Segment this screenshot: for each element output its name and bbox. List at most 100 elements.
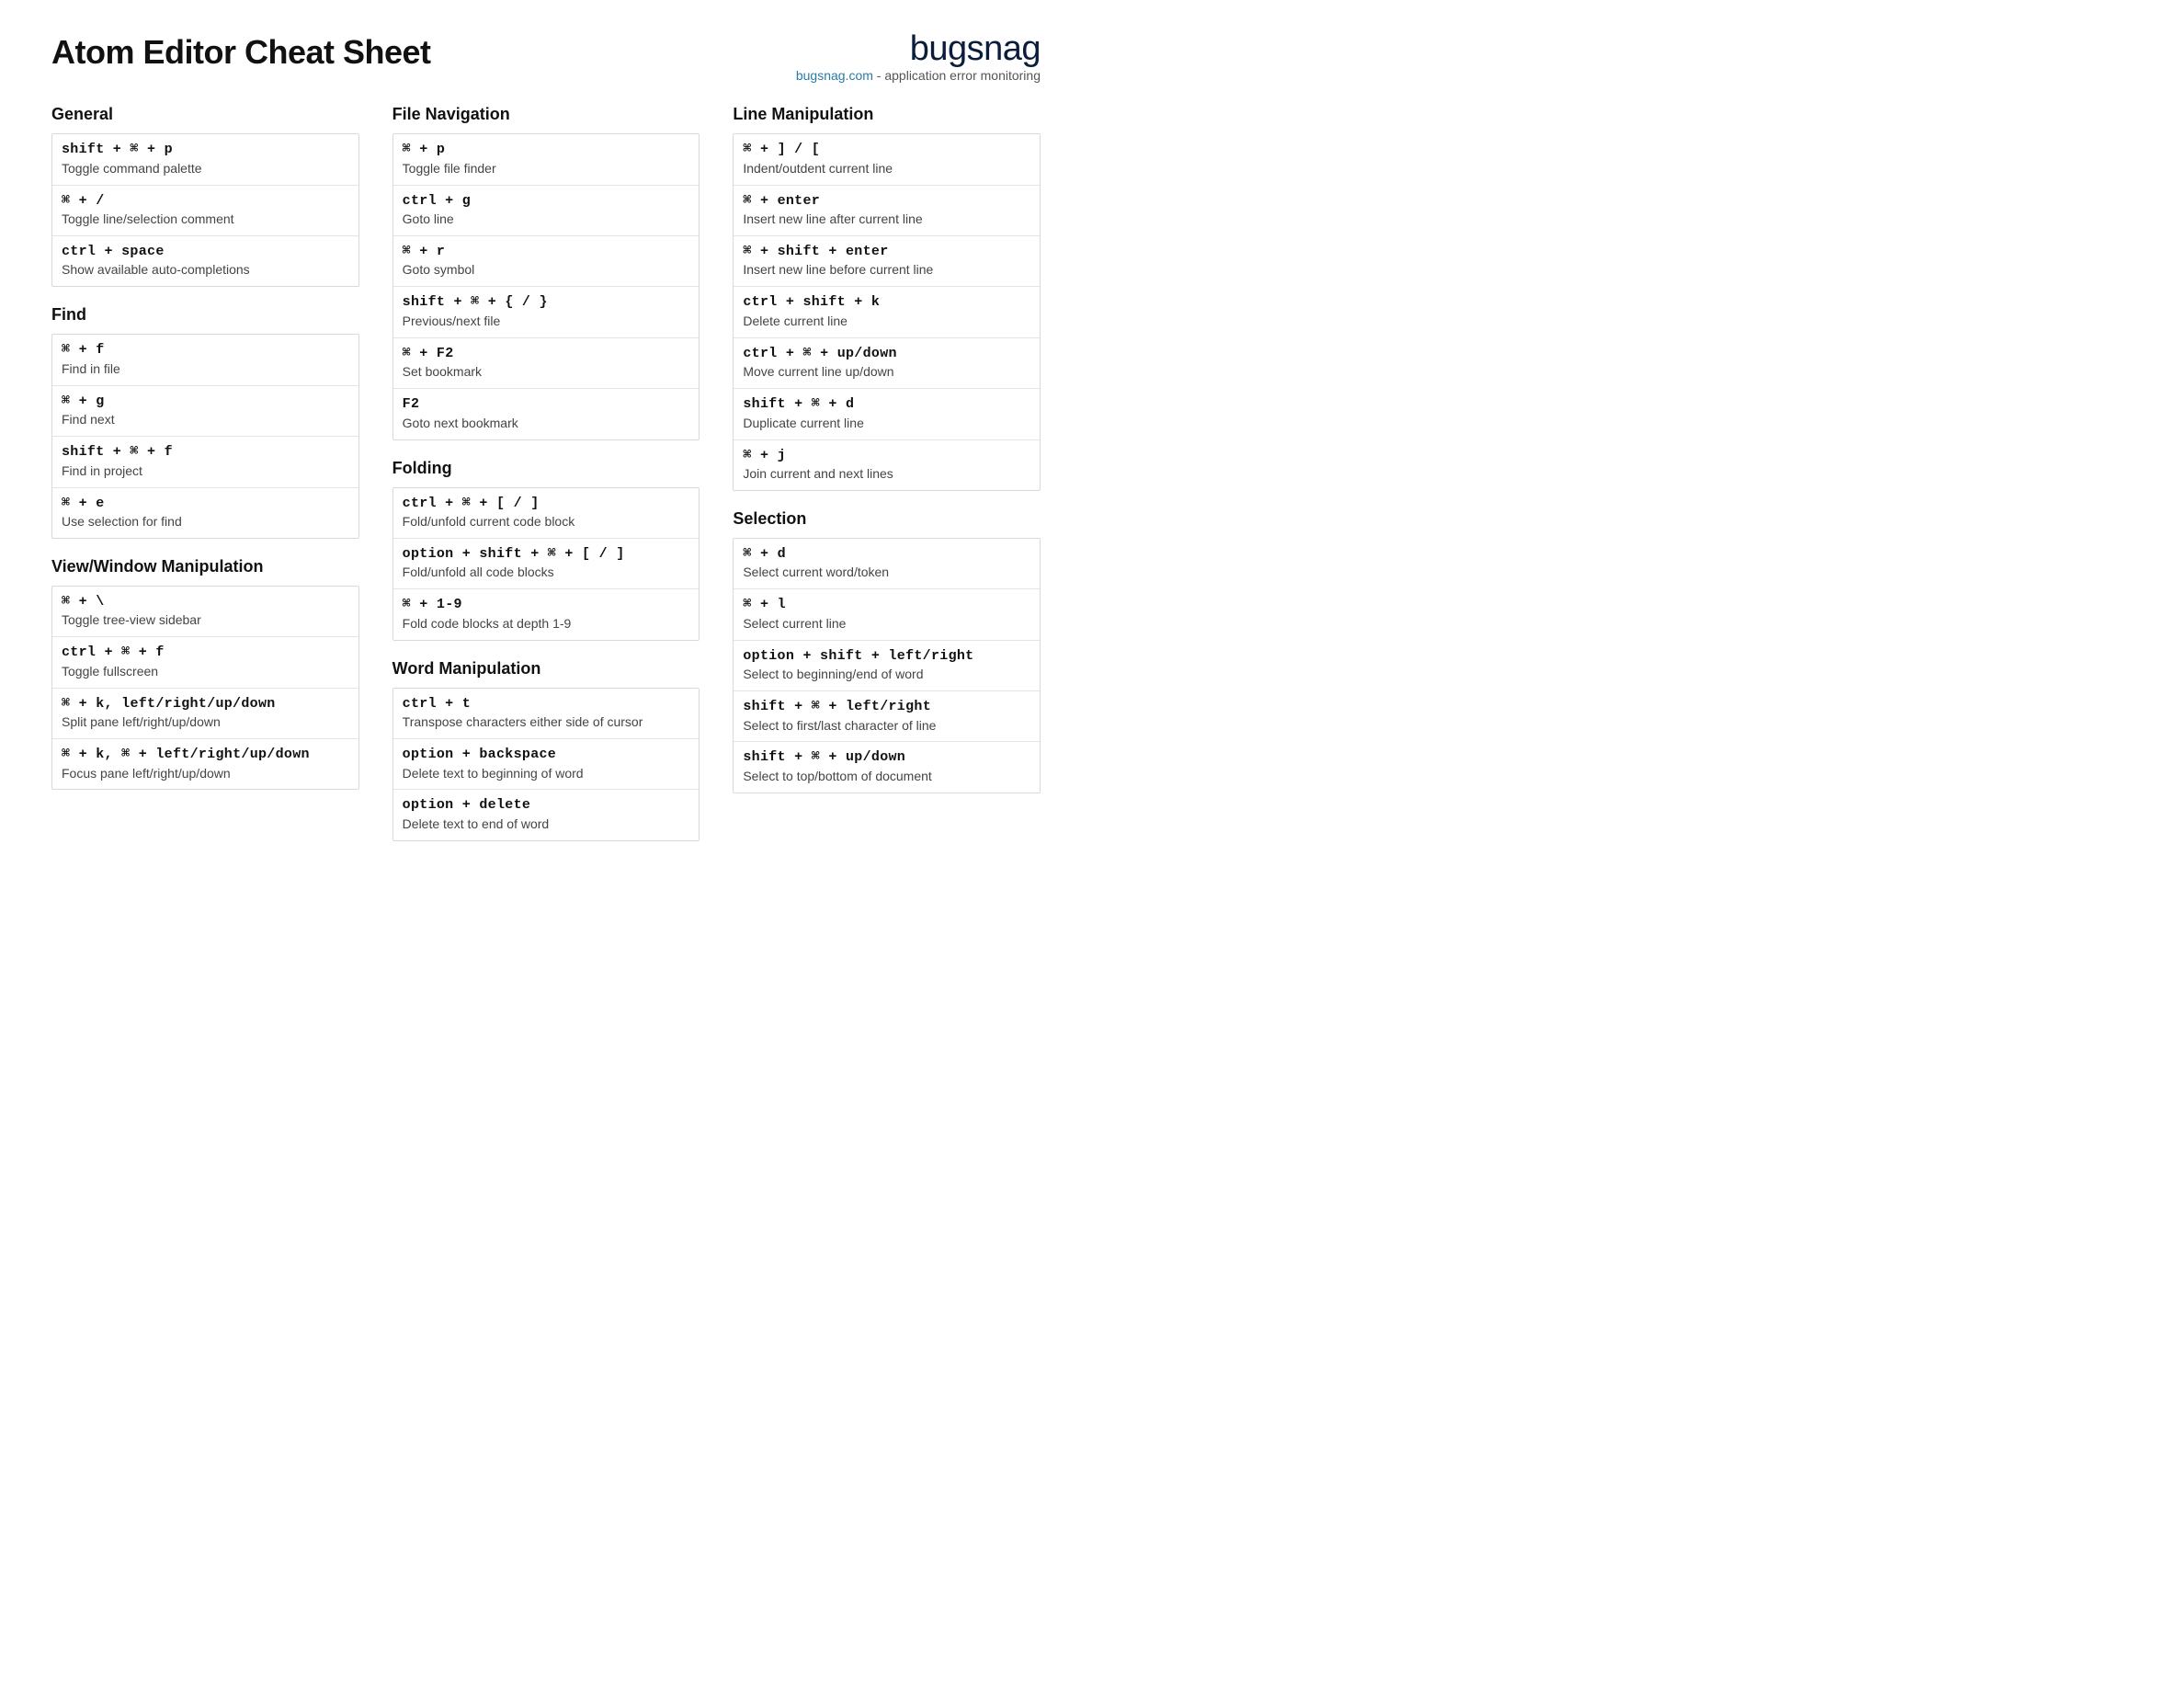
shortcut-row: ⌘ + lSelect current line xyxy=(734,589,1040,640)
shortcut-desc: Toggle file finder xyxy=(403,160,690,177)
section: Folding ctrl + ⌘ + [ / ]Fold/unfold curre… xyxy=(392,459,700,641)
shortcut-row: ⌘ + 1-9Fold code blocks at depth 1-9 xyxy=(393,589,700,639)
brand-link[interactable]: bugsnag.com xyxy=(796,68,873,83)
shortcut-desc: Show available auto-completions xyxy=(62,261,349,279)
shortcut-keys: ctrl + t xyxy=(403,695,690,713)
shortcut-desc: Delete current line xyxy=(743,313,1030,330)
shortcut-row: ⌘ + k, ⌘ + left/right/up/downFocus pane … xyxy=(52,739,358,789)
shortcut-keys: option + shift + left/right xyxy=(743,647,1030,666)
shortcut-row: ⌘ + rGoto symbol xyxy=(393,236,700,287)
section-title: File Navigation xyxy=(392,105,700,124)
shortcut-desc: Goto line xyxy=(403,211,690,228)
shortcut-row: ctrl + ⌘ + [ / ]Fold/unfold current code… xyxy=(393,488,700,539)
shortcut-desc: Toggle line/selection comment xyxy=(62,211,349,228)
shortcut-desc: Insert new line after current line xyxy=(743,211,1030,228)
section: View/Window Manipulation⌘ + \Toggle tree… xyxy=(51,557,359,791)
shortcut-desc: Fold/unfold current code block xyxy=(403,513,690,530)
shortcut-desc: Insert new line before current line xyxy=(743,261,1030,279)
shortcut-keys: ⌘ + \ xyxy=(62,593,349,611)
shortcut-row: ctrl + shift + kDelete current line xyxy=(734,287,1040,337)
shortcut-keys: ⌘ + / xyxy=(62,192,349,211)
shortcut-keys: ⌘ + r xyxy=(403,243,690,261)
section-title: Find xyxy=(51,305,359,325)
shortcut-keys: ctrl + ⌘ + [ / ] xyxy=(403,495,690,513)
shortcut-keys: option + shift + ⌘ + [ / ] xyxy=(403,545,690,564)
shortcut-row: shift + ⌘ + fFind in project xyxy=(52,437,358,487)
shortcut-keys: option + backspace xyxy=(403,746,690,764)
page-title: Atom Editor Cheat Sheet xyxy=(51,33,431,72)
shortcut-desc: Find in project xyxy=(62,462,349,480)
brand-block: bugsnag bugsnag.com - application error … xyxy=(796,33,1041,83)
shortcut-desc: Split pane left/right/up/down xyxy=(62,713,349,731)
shortcut-row: ⌘ + pToggle file finder xyxy=(393,134,700,185)
shortcut-row: shift + ⌘ + up/downSelect to top/bottom … xyxy=(734,742,1040,792)
shortcut-row: ⌘ + /Toggle line/selection comment xyxy=(52,186,358,236)
shortcut-desc: Find next xyxy=(62,411,349,428)
shortcut-keys: ⌘ + e xyxy=(62,495,349,513)
section-title: Folding xyxy=(392,459,700,478)
shortcut-keys: shift + ⌘ + f xyxy=(62,443,349,462)
shortcut-row: ⌘ + dSelect current word/token xyxy=(734,539,1040,589)
shortcut-row: ⌘ + F2Set bookmark xyxy=(393,338,700,389)
shortcut-table: ctrl + ⌘ + [ / ]Fold/unfold current code… xyxy=(392,487,700,641)
shortcut-desc: Delete text to beginning of word xyxy=(403,765,690,782)
shortcut-desc: Set bookmark xyxy=(403,363,690,381)
shortcut-desc: Move current line up/down xyxy=(743,363,1030,381)
shortcut-keys: ⌘ + j xyxy=(743,447,1030,465)
shortcut-row: shift + ⌘ + left/rightSelect to first/la… xyxy=(734,691,1040,742)
shortcut-row: ctrl + ⌘ + fToggle fullscreen xyxy=(52,637,358,688)
shortcut-keys: F2 xyxy=(403,395,690,414)
shortcut-row: ⌘ + shift + enterInsert new line before … xyxy=(734,236,1040,287)
shortcut-keys: option + delete xyxy=(403,796,690,815)
shortcut-keys: shift + ⌘ + { / } xyxy=(403,293,690,312)
shortcut-desc: Select current line xyxy=(743,615,1030,633)
shortcut-desc: Select to first/last character of line xyxy=(743,717,1030,735)
shortcut-row: ⌘ + fFind in file xyxy=(52,335,358,385)
section-title: Line Manipulation xyxy=(733,105,1041,124)
shortcut-keys: ⌘ + g xyxy=(62,393,349,411)
shortcut-desc: Indent/outdent current line xyxy=(743,160,1030,177)
shortcut-table: ⌘ + pToggle file finder ctrl + gGoto line… xyxy=(392,133,700,439)
shortcut-table: ⌘ + dSelect current word/token⌘ + lSelec… xyxy=(733,538,1041,793)
section: Word Manipulation ctrl + tTranspose chara… xyxy=(392,659,700,841)
shortcut-keys: ctrl + space xyxy=(62,243,349,261)
shortcut-desc: Focus pane left/right/up/down xyxy=(62,765,349,782)
shortcut-keys: ctrl + ⌘ + up/down xyxy=(743,345,1030,363)
shortcut-keys: shift + ⌘ + left/right xyxy=(743,698,1030,716)
brand-tagline-rest: - application error monitoring xyxy=(873,68,1041,83)
shortcut-keys: ctrl + ⌘ + f xyxy=(62,644,349,662)
shortcut-keys: ⌘ + shift + enter xyxy=(743,243,1030,261)
shortcut-row: option + shift + left/rightSelect to beg… xyxy=(734,641,1040,691)
brand-logo: bugsnag xyxy=(796,33,1041,64)
shortcut-desc: Goto next bookmark xyxy=(403,415,690,432)
shortcut-desc: Toggle fullscreen xyxy=(62,663,349,680)
shortcut-row: shift + ⌘ + pToggle command palette xyxy=(52,134,358,185)
shortcut-keys: ⌘ + p xyxy=(403,141,690,159)
shortcut-table: ⌘ + ] / [Indent/outdent current line ⌘ + … xyxy=(733,133,1041,491)
shortcut-keys: shift + ⌘ + up/down xyxy=(743,748,1030,767)
shortcut-row: option + backspaceDelete text to beginni… xyxy=(393,739,700,790)
shortcut-keys: shift + ⌘ + d xyxy=(743,395,1030,414)
section-title: Word Manipulation xyxy=(392,659,700,679)
shortcut-row: ctrl + ⌘ + up/downMove current line up/d… xyxy=(734,338,1040,389)
shortcut-keys: ⌘ + d xyxy=(743,545,1030,564)
shortcut-desc: Transpose characters either side of curs… xyxy=(403,713,690,731)
shortcut-keys: ⌘ + ] / [ xyxy=(743,141,1030,159)
shortcut-keys: ctrl + g xyxy=(403,192,690,211)
shortcut-row: ⌘ + enterInsert new line after current l… xyxy=(734,186,1040,236)
section: Find ⌘ + fFind in file ⌘ + gFind next shift… xyxy=(51,305,359,539)
shortcut-desc: Fold/unfold all code blocks xyxy=(403,564,690,581)
shortcut-keys: ctrl + shift + k xyxy=(743,293,1030,312)
shortcut-desc: Goto symbol xyxy=(403,261,690,279)
columns: Generalshift + ⌘ + pToggle command palet… xyxy=(51,105,1041,860)
shortcut-keys: ⌘ + enter xyxy=(743,192,1030,211)
shortcut-keys: ⌘ + F2 xyxy=(403,345,690,363)
section: Line Manipulation ⌘ + ] / [Indent/outdent… xyxy=(733,105,1041,491)
shortcut-keys: ⌘ + l xyxy=(743,596,1030,614)
shortcut-row: ctrl + spaceShow available auto-completi… xyxy=(52,236,358,286)
shortcut-desc: Toggle tree-view sidebar xyxy=(62,611,349,629)
shortcut-desc: Use selection for find xyxy=(62,513,349,530)
shortcut-row: F2Goto next bookmark xyxy=(393,389,700,439)
section: Generalshift + ⌘ + pToggle command palet… xyxy=(51,105,359,287)
shortcut-table: shift + ⌘ + pToggle command palette⌘ + /… xyxy=(51,133,359,287)
